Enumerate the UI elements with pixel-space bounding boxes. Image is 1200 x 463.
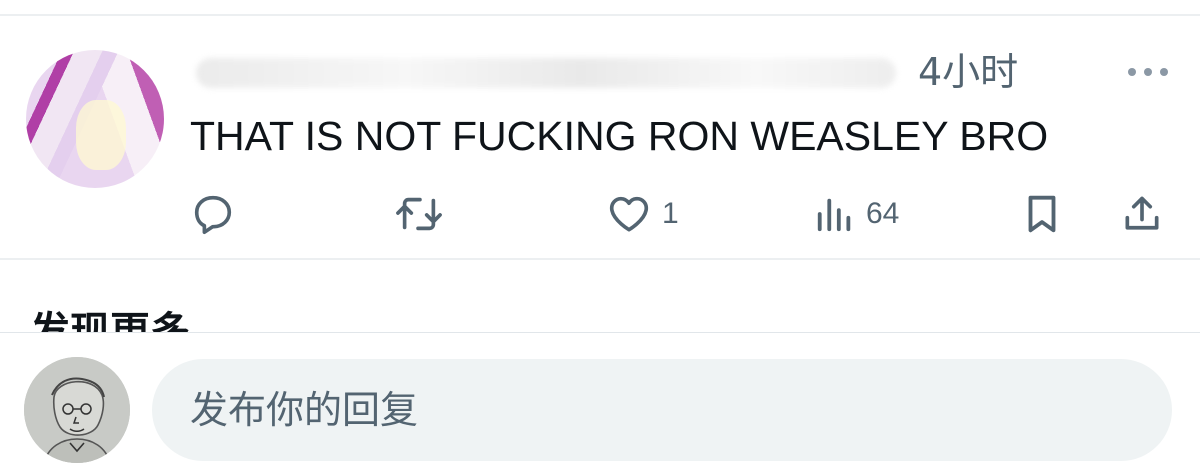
tweet-text: THAT IS NOT FUCKING RON WEASLEY BRO: [190, 113, 1049, 159]
user-avatar[interactable]: [24, 357, 130, 463]
author-name-obscured: [196, 58, 896, 88]
share-button[interactable]: [1120, 190, 1164, 238]
reply-composer: [0, 332, 1200, 463]
views-button[interactable]: 64: [814, 190, 899, 238]
retweet-icon: [396, 197, 442, 231]
tweet[interactable]: 4小时 THAT IS NOT FUCKING RON WEASLEY BRO …: [0, 0, 1200, 242]
like-count: 1: [662, 197, 679, 230]
views-icon: [817, 198, 851, 232]
bookmark-button[interactable]: [1022, 190, 1062, 238]
share-icon: [1125, 196, 1159, 230]
discover-more-heading: 发现更多: [30, 309, 190, 334]
retweet-button[interactable]: [394, 190, 444, 238]
reply-input[interactable]: [152, 359, 1172, 461]
reply-icon: [194, 195, 232, 235]
bookmark-icon: [1028, 195, 1056, 233]
author-avatar[interactable]: [26, 50, 164, 188]
heart-icon: [609, 196, 649, 232]
sketch-portrait-icon: [24, 357, 130, 463]
views-count: 64: [866, 197, 900, 230]
more-dots-icon[interactable]: [1124, 64, 1172, 80]
like-button[interactable]: 1: [606, 190, 679, 238]
reply-button[interactable]: [190, 190, 236, 238]
tweet-timestamp[interactable]: 4小时: [918, 50, 1018, 94]
section-divider: [0, 258, 1200, 260]
